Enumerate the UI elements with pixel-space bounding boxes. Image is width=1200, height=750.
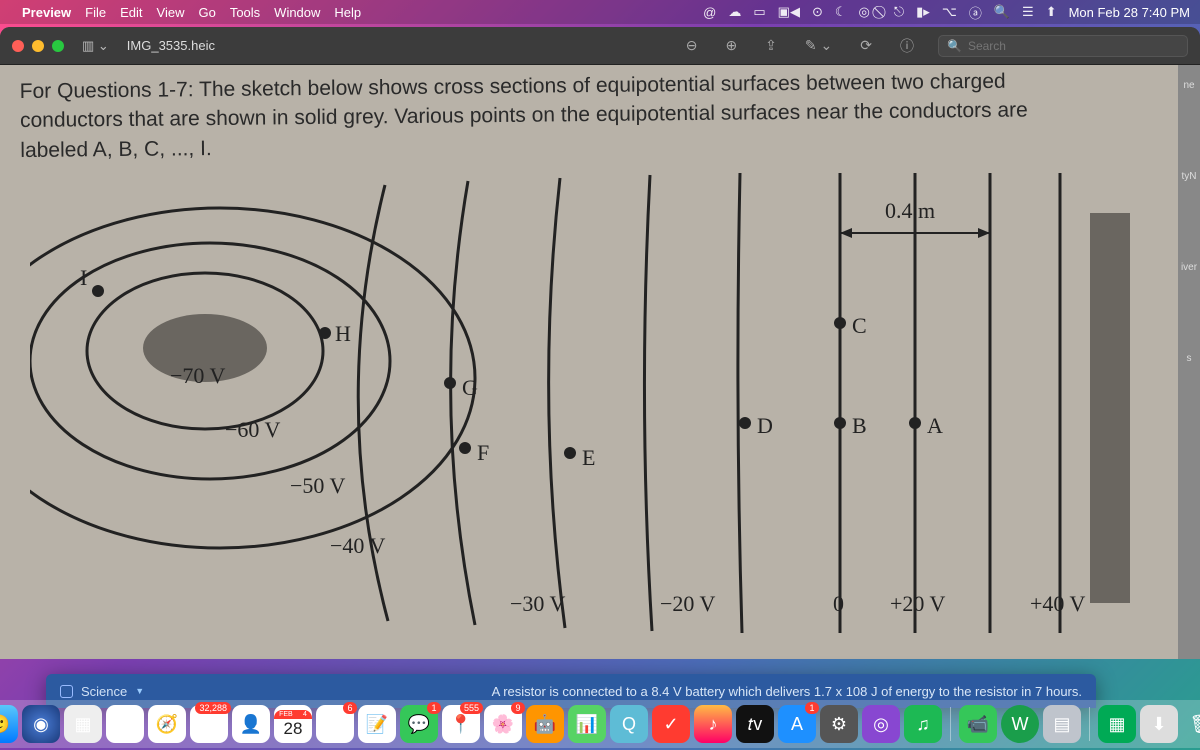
settings-icon[interactable]: ⚙ (820, 705, 858, 743)
menu-file[interactable]: File (85, 5, 106, 20)
messages-icon[interactable]: 💬1 (400, 705, 438, 743)
numbers-doc-icon[interactable]: ▦ (1098, 705, 1136, 743)
menu-edit[interactable]: Edit (120, 5, 142, 20)
svg-text:−40 V: −40 V (330, 533, 386, 558)
sidebar-toggle-icon[interactable]: ▥ ⌄ (82, 38, 109, 54)
question-text: For Questions 1-7: The sketch below show… (20, 65, 1171, 165)
cloud-icon[interactable]: ☁ (728, 4, 741, 20)
titlebar: ▥ ⌄ IMG_3535.heic ⊖ ⊕ ⇪ ✎ ⌄ ⟳ ⓘ 🔍 (0, 27, 1200, 65)
podcasts-icon[interactable]: ◎ (862, 705, 900, 743)
menu-window[interactable]: Window (274, 5, 320, 20)
svg-text:0: 0 (833, 591, 844, 616)
clock[interactable]: Mon Feb 28 7:40 PM (1069, 5, 1190, 20)
svg-text:−60 V: −60 V (225, 417, 281, 442)
camera-icon[interactable]: ▣◀ (778, 4, 800, 20)
rotate-icon[interactable]: ⟳ (860, 37, 872, 54)
svg-text:+40 V: +40 V (1030, 591, 1086, 616)
markup-icon[interactable]: ✎ ⌄ (805, 37, 832, 54)
menu-tools[interactable]: Tools (230, 5, 260, 20)
amphetamine-icon[interactable]: ⬆ (1046, 4, 1057, 20)
control-center-icon[interactable]: ☰ (1022, 4, 1034, 20)
battery-icon[interactable]: ▮▸ (916, 4, 930, 20)
svg-text:E: E (582, 445, 595, 470)
safari-icon[interactable]: 🧭 (148, 705, 186, 743)
spotlight-icon[interactable]: 🔍 (994, 4, 1010, 20)
automator-icon[interactable]: 🤖 (526, 705, 564, 743)
menubar: Preview File Edit View Go Tools Window H… (0, 0, 1200, 24)
close-button[interactable] (12, 40, 24, 52)
svg-text:−20 V: −20 V (660, 591, 716, 616)
svg-text:B: B (852, 413, 867, 438)
search-input[interactable] (968, 39, 1179, 53)
downloads-icon[interactable]: ⬇ (1140, 705, 1178, 743)
info-icon[interactable]: ⓘ (900, 36, 914, 56)
preview-doc-icon[interactable]: ▤ (1043, 705, 1081, 743)
finder-icon[interactable]: 🙂 (0, 705, 18, 743)
image-content: For Questions 1-7: The sketch below show… (0, 65, 1200, 659)
scale-label: 0.4 m (885, 198, 935, 223)
maps-icon[interactable]: 📍555 (442, 705, 480, 743)
background-window-edge: ne tyN iver s (1178, 65, 1200, 659)
app-name[interactable]: Preview (22, 5, 71, 20)
dock: 🙂 ◉ ▦ ◯ 🧭 ✉32,288 👤 FEB4 28 ☑6 📝 💬1 📍555… (0, 700, 1200, 748)
bluetooth-icon[interactable]: ⎋ (894, 4, 904, 20)
mail-icon[interactable]: ✉32,288 (190, 705, 228, 743)
zoom-in-icon[interactable]: ⊕ (725, 37, 737, 54)
facetime-icon[interactable]: 📹 (959, 705, 997, 743)
card-subject: Science (81, 684, 127, 699)
menu-go[interactable]: Go (198, 5, 215, 20)
stocks-icon[interactable]: 📊 (568, 705, 606, 743)
svg-text:−70 V: −70 V (170, 363, 226, 388)
user-icon[interactable]: ⓐ (969, 3, 982, 22)
webex-icon[interactable]: W (1001, 705, 1039, 743)
card-answer: A resistor is connected to a 8.4 V batte… (492, 684, 1082, 699)
traffic-lights (12, 40, 64, 52)
svg-text:−30 V: −30 V (510, 591, 566, 616)
svg-text:+20 V: +20 V (890, 591, 946, 616)
svg-text:I: I (80, 265, 87, 290)
zoom-out-icon[interactable]: ⊖ (686, 37, 698, 54)
menu-help[interactable]: Help (334, 5, 361, 20)
at-icon[interactable]: @ (703, 5, 716, 20)
equipotential-diagram: 0.4 m −70 V −60 V −50 V −40 V −30 V −20 … (30, 173, 1150, 633)
todoist-icon[interactable]: ✓ (652, 705, 690, 743)
music-icon[interactable]: ♪ (694, 705, 732, 743)
svg-text:H: H (335, 321, 351, 346)
search-icon: 🔍 (947, 39, 962, 53)
share-icon[interactable]: ⇪ (765, 37, 777, 54)
photos-icon[interactable]: 🌸9 (484, 705, 522, 743)
minimize-button[interactable] (32, 40, 44, 52)
siri-icon[interactable]: ◉ (22, 705, 60, 743)
display-icon[interactable]: ▭ (753, 4, 765, 20)
play-icon[interactable]: ⊙ (812, 4, 823, 20)
spotify-icon[interactable]: ♫ (904, 705, 942, 743)
svg-text:C: C (852, 313, 867, 338)
svg-text:A: A (927, 413, 943, 438)
notes-icon[interactable]: 📝 (358, 705, 396, 743)
fingerprint-icon[interactable]: ◎ (859, 4, 870, 20)
calendar-icon[interactable]: FEB4 28 (274, 705, 312, 743)
svg-text:D: D (757, 413, 773, 438)
preview-window: ▥ ⌄ IMG_3535.heic ⊖ ⊕ ⇪ ✎ ⌄ ⟳ ⓘ 🔍 For Qu… (0, 27, 1200, 659)
chevron-down-icon[interactable]: ▼ (135, 686, 144, 696)
launchpad-icon[interactable]: ▦ (64, 705, 102, 743)
wifi-icon[interactable]: ⌥ (942, 4, 957, 20)
fullscreen-button[interactable] (52, 40, 64, 52)
document-title: IMG_3535.heic (127, 38, 215, 53)
svg-text:−50 V: −50 V (290, 473, 346, 498)
search-field[interactable]: 🔍 (938, 35, 1188, 57)
checkbox[interactable] (60, 685, 73, 698)
menu-view[interactable]: View (157, 5, 185, 20)
chrome-icon[interactable]: ◯ (106, 705, 144, 743)
quizlet-icon[interactable]: Q (610, 705, 648, 743)
trash-icon[interactable]: 🗑 (1182, 705, 1200, 743)
reminders-icon[interactable]: ☑6 (316, 705, 354, 743)
appstore-icon[interactable]: A1 (778, 705, 816, 743)
svg-text:F: F (477, 440, 489, 465)
svg-text:G: G (462, 375, 478, 400)
moon-icon[interactable]: ☾ (835, 4, 847, 20)
contacts-icon[interactable]: 👤 (232, 705, 270, 743)
appletv-icon[interactable]: 𝑡v (736, 705, 774, 743)
